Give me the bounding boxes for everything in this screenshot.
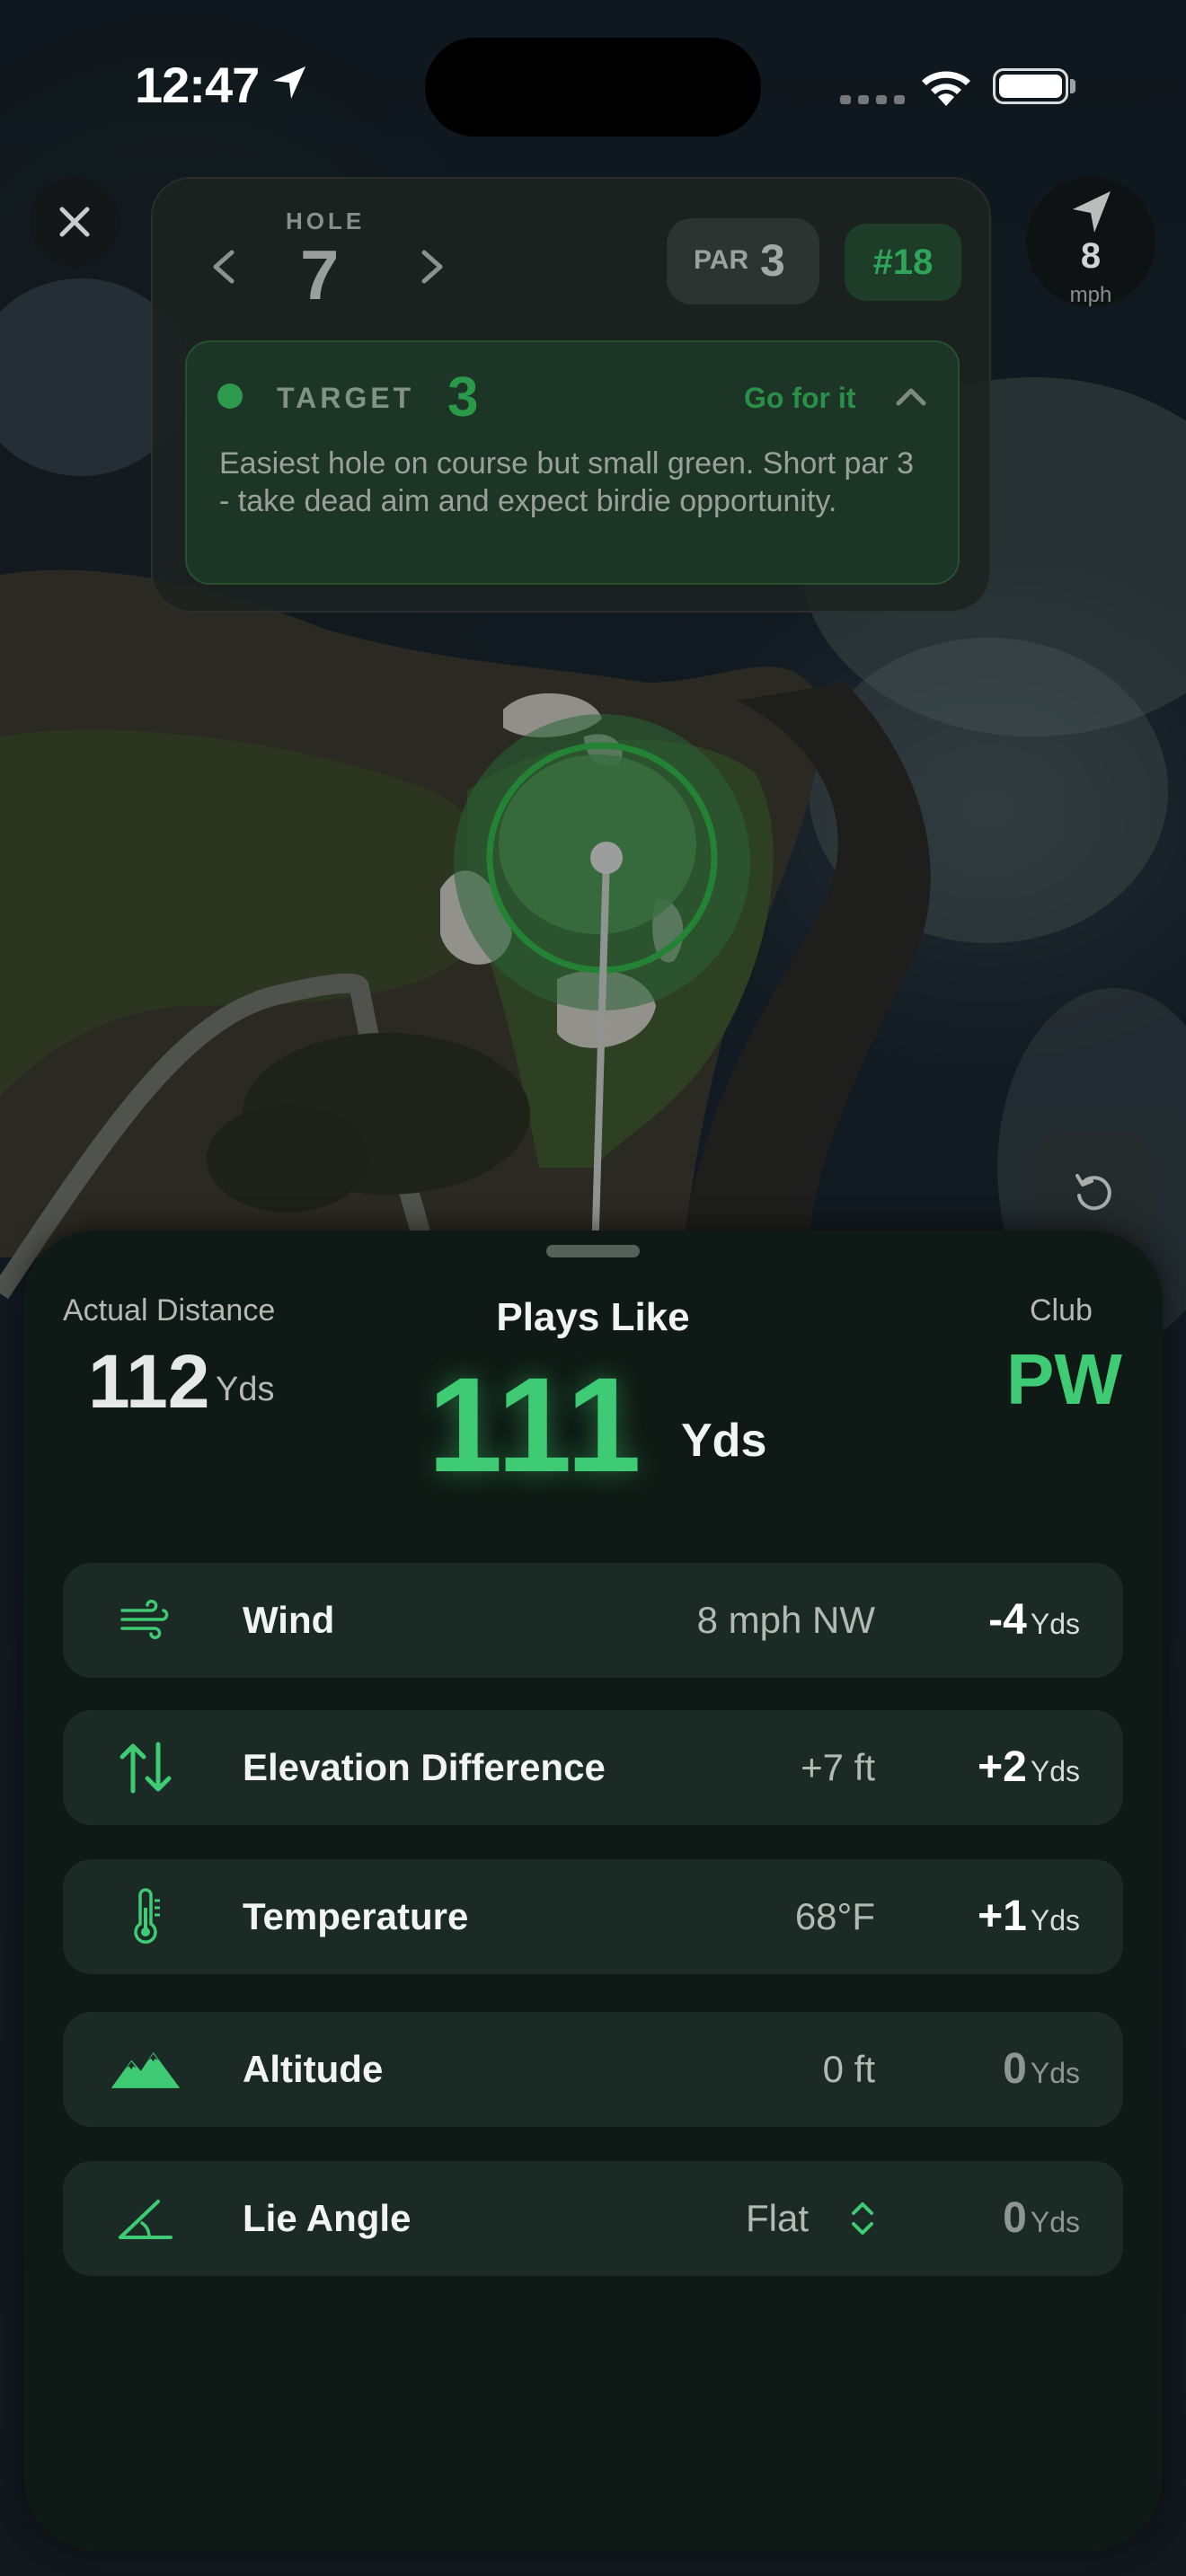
adjustment-unit: Yds <box>1030 2206 1080 2238</box>
wifi-icon <box>922 71 970 106</box>
cellular-signal-icon <box>840 95 905 104</box>
factor-row-temperature[interactable]: Temperature 68°F +1 Yds <box>63 1859 1123 1974</box>
adjustment-value: +2 <box>978 1743 1027 1791</box>
chevron-up-down-icon[interactable] <box>848 2199 877 2238</box>
factor-reading: 0 ft <box>822 2048 875 2090</box>
rotate-reset-icon <box>1075 1174 1111 1211</box>
target-score: 3 <box>447 366 479 428</box>
angle-icon <box>110 2188 181 2249</box>
factor-adjustment: +2 Yds <box>978 1742 1080 1792</box>
lie-angle-selector-value[interactable]: Flat <box>746 2197 809 2240</box>
hole-label: HOLE <box>286 207 366 234</box>
adjustment-value: 0 <box>1003 2194 1027 2242</box>
factor-name: Temperature <box>243 1895 469 1937</box>
target-strategy-panel[interactable]: TARGET 3 Go for it Easiest hole on cours… <box>185 340 960 585</box>
factor-adjustment: -4 Yds <box>988 1595 1080 1645</box>
plays-like-label: Plays Like <box>496 1295 690 1339</box>
factor-adjustment: 0 Yds <box>1003 2193 1080 2243</box>
location-arrow-icon <box>273 66 305 99</box>
chevron-up-icon[interactable] <box>893 384 929 409</box>
hole-info-card: HOLE 7 PAR 3 #18 TARGET 3 Go for it Easi… <box>151 177 991 613</box>
handicap-value: #18 <box>872 243 934 282</box>
wind-speed: 8 <box>1080 236 1102 276</box>
distance-sheet: Actual Distance 112 Yds Plays Like 111 Y… <box>23 1231 1163 2551</box>
adjustment-value: 0 <box>1003 2045 1027 2093</box>
par-badge: PAR 3 <box>667 218 819 304</box>
mountains-icon <box>110 2039 181 2100</box>
elevation-arrows-icon <box>110 1737 181 1798</box>
factor-row-elevation[interactable]: Elevation Difference +7 ft +2 Yds <box>63 1710 1123 1825</box>
next-hole-button[interactable] <box>417 247 449 287</box>
close-button[interactable] <box>30 177 119 267</box>
previous-hole-button[interactable] <box>207 247 239 287</box>
factor-row-altitude[interactable]: Altitude 0 ft 0 Yds <box>63 2012 1123 2127</box>
wind-direction-arrow-icon <box>1073 191 1111 233</box>
adjustment-value: -4 <box>988 1596 1027 1644</box>
factor-row-wind[interactable]: Wind 8 mph NW -4 Yds <box>63 1563 1123 1678</box>
factor-reading: 8 mph NW <box>696 1599 875 1641</box>
plays-like-value: 111 <box>428 1349 643 1500</box>
adjustment-unit: Yds <box>1030 2057 1080 2089</box>
club-recommendation[interactable]: PW <box>1006 1338 1122 1421</box>
battery-icon <box>993 68 1068 104</box>
factor-name: Wind <box>243 1599 335 1641</box>
plays-like-unit: Yds <box>681 1415 767 1467</box>
par-value: 3 <box>760 235 785 286</box>
target-recommendation: Go for it <box>744 382 856 414</box>
factor-reading: +7 ft <box>801 1746 875 1788</box>
adjustment-unit: Yds <box>1030 1608 1080 1640</box>
factor-adjustment: 0 Yds <box>1003 2044 1080 2094</box>
wind-indicator[interactable]: 8 mph <box>1026 177 1155 307</box>
adjustment-unit: Yds <box>1030 1755 1080 1787</box>
adjustment-value: +1 <box>978 1892 1027 1940</box>
battery-tip <box>1070 79 1075 93</box>
wind-icon <box>110 1590 181 1651</box>
par-label: PAR <box>694 245 749 275</box>
sheet-grabber[interactable] <box>546 1245 640 1257</box>
factor-reading: 68°F <box>794 1895 875 1937</box>
hole-number: 7 <box>300 235 340 314</box>
club-label: Club <box>1030 1293 1093 1328</box>
handicap-badge: #18 <box>845 224 961 301</box>
hole-description: Easiest hole on course but small green. … <box>219 446 914 518</box>
target-label: TARGET <box>277 382 415 414</box>
wind-unit: mph <box>1069 283 1112 307</box>
factor-adjustment: +1 Yds <box>978 1892 1080 1941</box>
factor-name: Lie Angle <box>243 2197 412 2239</box>
actual-distance-value: 112 <box>88 1339 210 1424</box>
thermometer-icon <box>110 1886 181 1947</box>
actual-distance-unit: Yds <box>216 1371 275 1408</box>
factor-row-lie-angle[interactable]: Lie Angle Flat 0 Yds <box>63 2161 1123 2276</box>
status-time: 12:47 <box>135 57 260 113</box>
close-icon <box>59 207 90 237</box>
target-status-dot <box>217 384 243 409</box>
factor-name: Altitude <box>243 2048 384 2090</box>
adjustment-unit: Yds <box>1030 1904 1080 1936</box>
dynamic-island <box>425 38 761 137</box>
factor-name: Elevation Difference <box>243 1746 606 1788</box>
